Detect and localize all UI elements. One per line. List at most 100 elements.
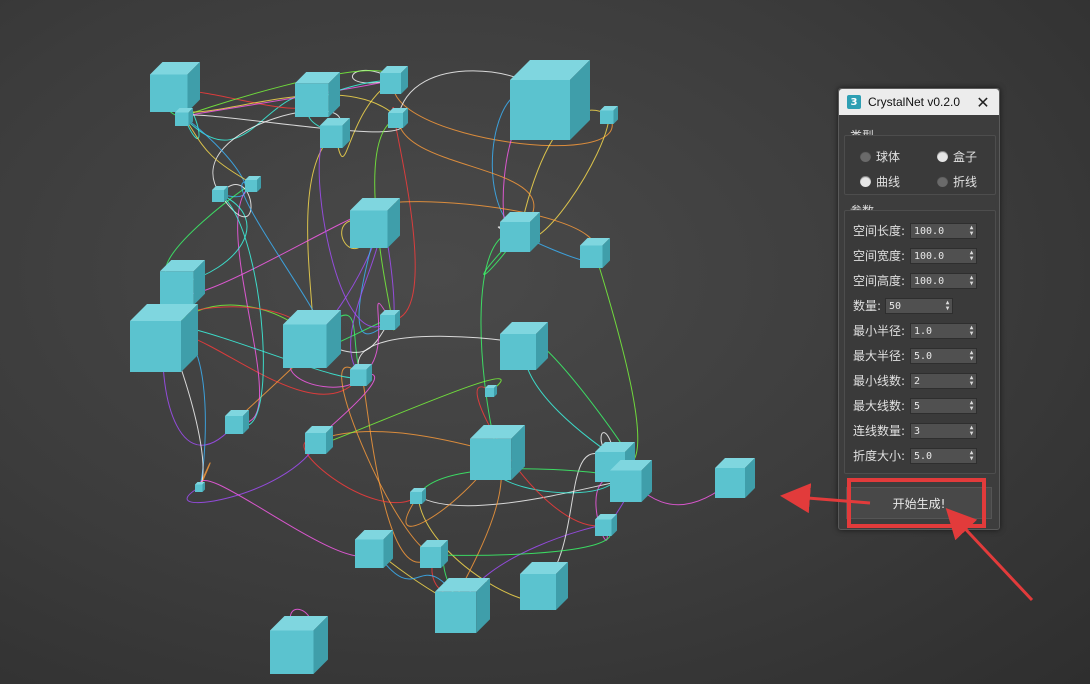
box-object[interactable] <box>715 458 755 498</box>
spinner-arrows-icon[interactable]: ▲ ▼ <box>967 274 976 288</box>
param-label-width: 空间宽度: <box>853 248 906 263</box>
box-object[interactable] <box>320 118 350 148</box>
box-object[interactable] <box>470 425 525 480</box>
box-object[interactable] <box>350 364 372 386</box>
box-face <box>420 547 441 568</box>
close-button[interactable]: ✕ <box>973 92 993 112</box>
radio-box[interactable]: 盒子 <box>937 148 977 165</box>
spinner-count-value[interactable]: 50 <box>886 301 943 312</box>
param-label-min-radius: 最小半径: <box>853 323 906 338</box>
connection-curve <box>417 479 632 507</box>
spinner-link-count[interactable]: 3 ▲ ▼ <box>910 423 977 439</box>
spinner-arrows-icon[interactable]: ▲ ▼ <box>967 449 976 463</box>
radio-curve-label: 曲线 <box>876 175 901 189</box>
box-object[interactable] <box>420 540 448 568</box>
box-face <box>270 630 314 674</box>
box-object[interactable] <box>225 410 249 434</box>
box-face <box>470 438 512 480</box>
box-face <box>175 112 189 126</box>
spinner-min-radius-value[interactable]: 1.0 <box>911 326 967 337</box>
spinner-height-value[interactable]: 100.0 <box>911 276 967 287</box>
spinner-arrows-icon[interactable]: ▲ ▼ <box>967 374 976 388</box>
box-object[interactable] <box>380 310 400 330</box>
param-row-min-lines: 最小线数: <box>853 372 911 388</box>
box-face <box>410 492 422 504</box>
box-face <box>380 73 401 94</box>
box-object[interactable] <box>610 460 652 502</box>
spinner-arrows-icon[interactable]: ▲ ▼ <box>967 349 976 363</box>
title-bar[interactable]: 3 CrystalNet v0.2.0 ✕ <box>839 89 999 115</box>
box-face <box>595 519 612 536</box>
box-object[interactable] <box>270 616 328 674</box>
spinner-arrows-icon[interactable]: ▲ ▼ <box>967 324 976 338</box>
box-object[interactable] <box>212 186 228 202</box>
spinner-arrows-icon[interactable]: ▲ ▼ <box>967 399 976 413</box>
box-object[interactable] <box>245 176 261 192</box>
box-object[interactable] <box>485 385 497 397</box>
spinner-min-lines-value[interactable]: 2 <box>911 376 967 387</box>
box-object[interactable] <box>150 62 200 112</box>
box-object[interactable] <box>500 212 540 252</box>
spinner-min-lines[interactable]: 2 ▲ ▼ <box>910 373 977 389</box>
box-object[interactable] <box>160 260 205 305</box>
box-object[interactable] <box>388 108 408 128</box>
box-object[interactable] <box>580 238 610 268</box>
spinner-min-radius[interactable]: 1.0 ▲ ▼ <box>910 323 977 339</box>
window-title: CrystalNet v0.2.0 <box>868 95 961 109</box>
spinner-length-value[interactable]: 100.0 <box>911 226 967 237</box>
start-generate-button[interactable]: 开始生成! <box>846 487 992 519</box>
radio-sphere[interactable]: 球体 <box>860 148 900 165</box>
box-object[interactable] <box>380 66 408 94</box>
box-face <box>520 574 556 610</box>
box-face <box>320 125 343 148</box>
spinner-count[interactable]: 50 ▲ ▼ <box>885 298 953 314</box>
radio-polyline-dot <box>937 176 948 187</box>
spinner-max-radius-value[interactable]: 5.0 <box>911 351 967 362</box>
box-object[interactable] <box>600 106 618 124</box>
box-object[interactable] <box>520 562 568 610</box>
radio-curve[interactable]: 曲线 <box>860 173 900 190</box>
box-object[interactable] <box>283 310 341 368</box>
connection-curve <box>365 201 596 254</box>
box-object[interactable] <box>500 322 548 370</box>
box-face <box>715 468 745 498</box>
box-object[interactable] <box>175 108 193 126</box>
spinner-max-radius[interactable]: 5.0 ▲ ▼ <box>910 348 977 364</box>
box-object[interactable] <box>355 530 393 568</box>
spinner-link-count-value[interactable]: 3 <box>911 426 967 437</box>
box-object[interactable] <box>435 578 490 633</box>
spinner-arrows-icon[interactable]: ▲ ▼ <box>967 424 976 438</box>
spinner-max-lines[interactable]: 5 ▲ ▼ <box>910 398 977 414</box>
box-object[interactable] <box>510 60 590 140</box>
box-face <box>160 271 194 305</box>
connection-curve <box>341 366 435 555</box>
box-object[interactable] <box>195 482 205 492</box>
spinner-arrows-icon[interactable]: ▲ ▼ <box>967 249 976 263</box>
box-object[interactable] <box>410 488 426 504</box>
radio-box-label: 盒子 <box>953 150 978 164</box>
box-object[interactable] <box>305 426 333 454</box>
connection-curve <box>183 114 403 133</box>
box-face <box>580 245 603 268</box>
box-object[interactable] <box>295 72 340 117</box>
box-face <box>295 83 329 117</box>
spinner-arrows-icon[interactable]: ▲ ▼ <box>943 299 952 313</box>
spinner-height[interactable]: 100.0 ▲ ▼ <box>910 273 977 289</box>
spinner-arrows-icon[interactable]: ▲ ▼ <box>967 224 976 238</box>
spinner-width[interactable]: 100.0 ▲ ▼ <box>910 248 977 264</box>
box-object[interactable] <box>130 304 198 372</box>
spinner-bend-size-value[interactable]: 5.0 <box>911 451 967 462</box>
box-object[interactable] <box>595 514 617 536</box>
crystalnet-panel: 3 CrystalNet v0.2.0 ✕ 类型 球体 盒子 曲线 折线 参数 … <box>838 88 1000 530</box>
spinner-max-lines-value[interactable]: 5 <box>911 401 967 412</box>
radio-sphere-dot <box>860 151 871 162</box>
box-face <box>435 591 477 633</box>
param-label-max-lines: 最大线数: <box>853 398 906 413</box>
spinner-bend-size[interactable]: 5.0 ▲ ▼ <box>910 448 977 464</box>
radio-polyline[interactable]: 折线 <box>937 173 977 190</box>
spinner-length[interactable]: 100.0 ▲ ▼ <box>910 223 977 239</box>
param-row-min-radius: 最小半径: <box>853 322 911 338</box>
box-object[interactable] <box>350 198 400 248</box>
spinner-width-value[interactable]: 100.0 <box>911 251 967 262</box>
box-face <box>305 433 326 454</box>
